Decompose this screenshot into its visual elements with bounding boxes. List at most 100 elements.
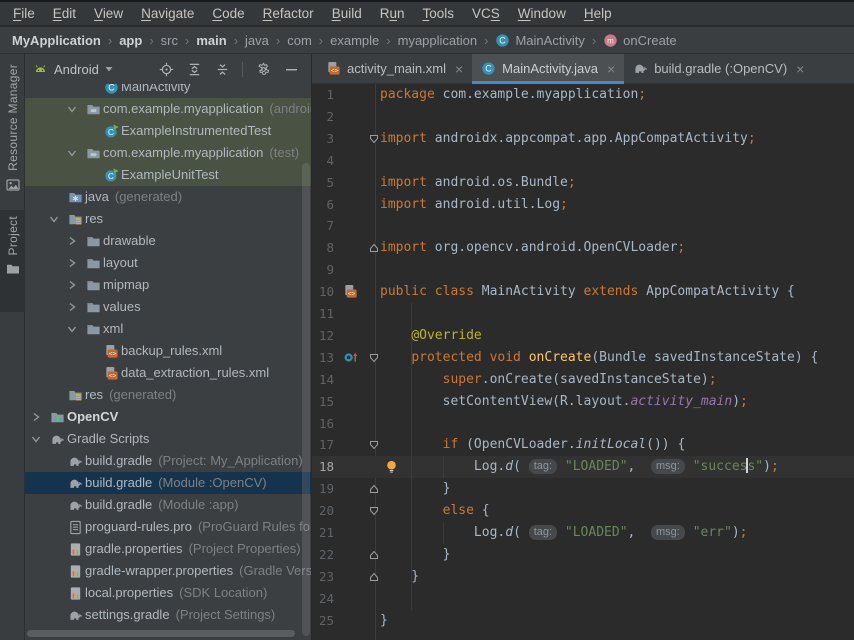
menu-item-refactor[interactable]: Refactor: [254, 6, 323, 21]
breadcrumb-item-mainactivity[interactable]: CMainActivity: [495, 33, 584, 48]
breadcrumb-item-example[interactable]: example: [330, 33, 379, 48]
collapse-all-icon[interactable]: [214, 61, 230, 77]
chevron-right-icon[interactable]: [67, 236, 77, 246]
tree-item-gradle-scripts[interactable]: Gradle Scripts: [25, 428, 311, 450]
breadcrumb-item-main[interactable]: main: [196, 33, 226, 48]
tree-item-drawable[interactable]: drawable: [25, 230, 311, 252]
tree-item-proguard-rules-pro-proguard-rules-for-app[interactable]: proguard-rules.pro(ProGuard Rules for ap…: [25, 516, 311, 538]
tree-item-mipmap[interactable]: mipmap: [25, 274, 311, 296]
menu-item-tools[interactable]: Tools: [414, 6, 464, 21]
code-line-16[interactable]: 16: [312, 413, 854, 435]
chevron-right-icon[interactable]: [67, 280, 77, 290]
chevron-down-icon[interactable]: [67, 104, 77, 114]
hide-icon[interactable]: [283, 61, 299, 77]
fold-region-start-icon[interactable]: [369, 353, 379, 363]
breadcrumb-item-oncreate[interactable]: monCreate: [603, 33, 676, 48]
project-tree-horizontal-scrollbar[interactable]: [27, 630, 295, 637]
tab-close-icon[interactable]: ×: [796, 61, 804, 77]
menu-item-vcs[interactable]: VCS: [463, 6, 509, 21]
tree-item-data-extraction-rules-xml[interactable]: <>data_extraction_rules.xml: [25, 362, 311, 384]
tab-build-gradle-opencv[interactable]: build.gradle (:OpenCV)×: [624, 54, 813, 83]
tree-item-layout[interactable]: layout: [25, 252, 311, 274]
tree-item-local-properties-sdk-location[interactable]: local.properties(SDK Location): [25, 582, 311, 604]
menu-item-code[interactable]: Code: [203, 6, 253, 21]
menu-item-file[interactable]: File: [4, 6, 44, 21]
code-line-11[interactable]: 11: [312, 303, 854, 325]
code-line-8[interactable]: 8import org.opencv.android.OpenCVLoader;: [312, 237, 854, 259]
settings-icon[interactable]: [255, 61, 271, 77]
menu-item-edit[interactable]: Edit: [44, 6, 85, 21]
breadcrumb-item-src[interactable]: src: [161, 33, 178, 48]
chevron-down-icon[interactable]: [67, 324, 77, 334]
tree-item-build-gradle-module-opencv[interactable]: build.gradle(Module :OpenCV): [25, 472, 311, 494]
tree-item-com-example-myapplication-test[interactable]: com.example.myapplication(test): [25, 142, 311, 164]
project-view-selector[interactable]: Android: [33, 62, 113, 77]
chevron-right-icon[interactable]: [31, 412, 41, 422]
tree-item-exampleunittest[interactable]: CExampleUnitTest: [25, 164, 311, 186]
tree-item-com-example-myapplication-androidtest[interactable]: com.example.myapplication(androidTest): [25, 98, 311, 120]
chevron-right-icon[interactable]: [67, 258, 77, 268]
tree-item-res[interactable]: res: [25, 208, 311, 230]
tree-item-exampleinstrumentedtest[interactable]: CExampleInstrumentedTest: [25, 120, 311, 142]
breadcrumb-item-app[interactable]: app: [119, 33, 142, 48]
tree-item-build-gradle-project-my-application[interactable]: build.gradle(Project: My_Application): [25, 450, 311, 472]
tree-item-gradle-properties-project-properties[interactable]: gradle.properties(Project Properties): [25, 538, 311, 560]
breadcrumb-item-myapplication[interactable]: MyApplication: [12, 33, 101, 48]
chevron-down-icon[interactable]: [49, 214, 59, 224]
code-line-23[interactable]: 23 }: [312, 566, 854, 588]
tree-item-gradle-wrapper-properties-gradle-version[interactable]: gradle-wrapper.properties(Gradle Version…: [25, 560, 311, 582]
code-line-10[interactable]: 10<>public class MainActivity extends Ap…: [312, 281, 854, 303]
menu-item-help[interactable]: Help: [575, 6, 621, 21]
breadcrumb-item-com[interactable]: com: [287, 33, 312, 48]
code-line-12[interactable]: 12 @Override: [312, 325, 854, 347]
menu-item-build[interactable]: Build: [323, 6, 371, 21]
fold-region-end-icon[interactable]: [369, 572, 379, 582]
code-line-7[interactable]: 7: [312, 215, 854, 237]
tab-activity-main-xml[interactable]: <>activity_main.xml×: [317, 54, 472, 83]
menu-item-run[interactable]: Run: [371, 6, 414, 21]
code-editor[interactable]: 1package com.example.myapplication;23imp…: [312, 84, 854, 640]
tab-mainactivity-java[interactable]: CMainActivity.java×: [472, 54, 624, 83]
menu-item-window[interactable]: Window: [509, 6, 575, 21]
code-line-24[interactable]: 24: [312, 588, 854, 610]
code-line-14[interactable]: 14 super.onCreate(savedInstanceState);: [312, 369, 854, 391]
code-line-13[interactable]: 13 protected void onCreate(Bundle savedI…: [312, 347, 854, 369]
tree-item-xml[interactable]: xml: [25, 318, 311, 340]
tree-item-res-generated[interactable]: res(generated): [25, 384, 311, 406]
fold-region-end-icon[interactable]: [369, 243, 379, 253]
code-line-17[interactable]: 17 if (OpenCVLoader.initLocal()) {: [312, 434, 854, 456]
code-line-2[interactable]: 2: [312, 106, 854, 128]
menu-item-view[interactable]: View: [85, 6, 132, 21]
code-line-20[interactable]: 20 else {: [312, 500, 854, 522]
tree-item-settings-gradle-project-settings[interactable]: settings.gradle(Project Settings): [25, 604, 311, 626]
code-line-1[interactable]: 1package com.example.myapplication;: [312, 84, 854, 106]
menu-item-navigate[interactable]: Navigate: [132, 6, 203, 21]
tree-item-opencv[interactable]: OpenCV: [25, 406, 311, 428]
tab-close-icon[interactable]: ×: [455, 61, 463, 77]
tree-item-backup-rules-xml[interactable]: <>backup_rules.xml: [25, 340, 311, 362]
locate-icon[interactable]: [158, 61, 174, 77]
chevron-right-icon[interactable]: [67, 302, 77, 312]
code-line-5[interactable]: 5import android.os.Bundle;: [312, 172, 854, 194]
breadcrumb-item-java[interactable]: java: [245, 33, 269, 48]
fold-region-end-icon[interactable]: [369, 550, 379, 560]
code-line-6[interactable]: 6import android.util.Log;: [312, 194, 854, 216]
fold-region-start-icon[interactable]: [369, 506, 379, 516]
code-line-25[interactable]: 25}: [312, 610, 854, 632]
project-tree[interactable]: CMainActivitycom.example.myapplication(a…: [25, 54, 311, 640]
code-line-21[interactable]: 21 Log.d( tag: "LOADED", msg: "err");: [312, 522, 854, 544]
tree-item-values[interactable]: values: [25, 296, 311, 318]
tab-close-icon[interactable]: ×: [607, 61, 615, 77]
fold-region-end-icon[interactable]: [369, 484, 379, 494]
code-line-19[interactable]: 19 }: [312, 478, 854, 500]
fold-region-start-icon[interactable]: [369, 134, 379, 144]
tree-item-java-generated[interactable]: java(generated): [25, 186, 311, 208]
toolwindow-tab-project[interactable]: Project: [0, 210, 25, 312]
code-line-22[interactable]: 22 }: [312, 544, 854, 566]
code-line-4[interactable]: 4: [312, 150, 854, 172]
breadcrumb-item-myapplication[interactable]: myapplication: [398, 33, 478, 48]
fold-region-start-icon[interactable]: [369, 440, 379, 450]
code-line-3[interactable]: 3import androidx.appcompat.app.AppCompat…: [312, 128, 854, 150]
code-line-18[interactable]: 18 Log.d( tag: "LOADED", msg: "success")…: [312, 456, 854, 478]
chevron-down-icon[interactable]: [31, 434, 41, 444]
